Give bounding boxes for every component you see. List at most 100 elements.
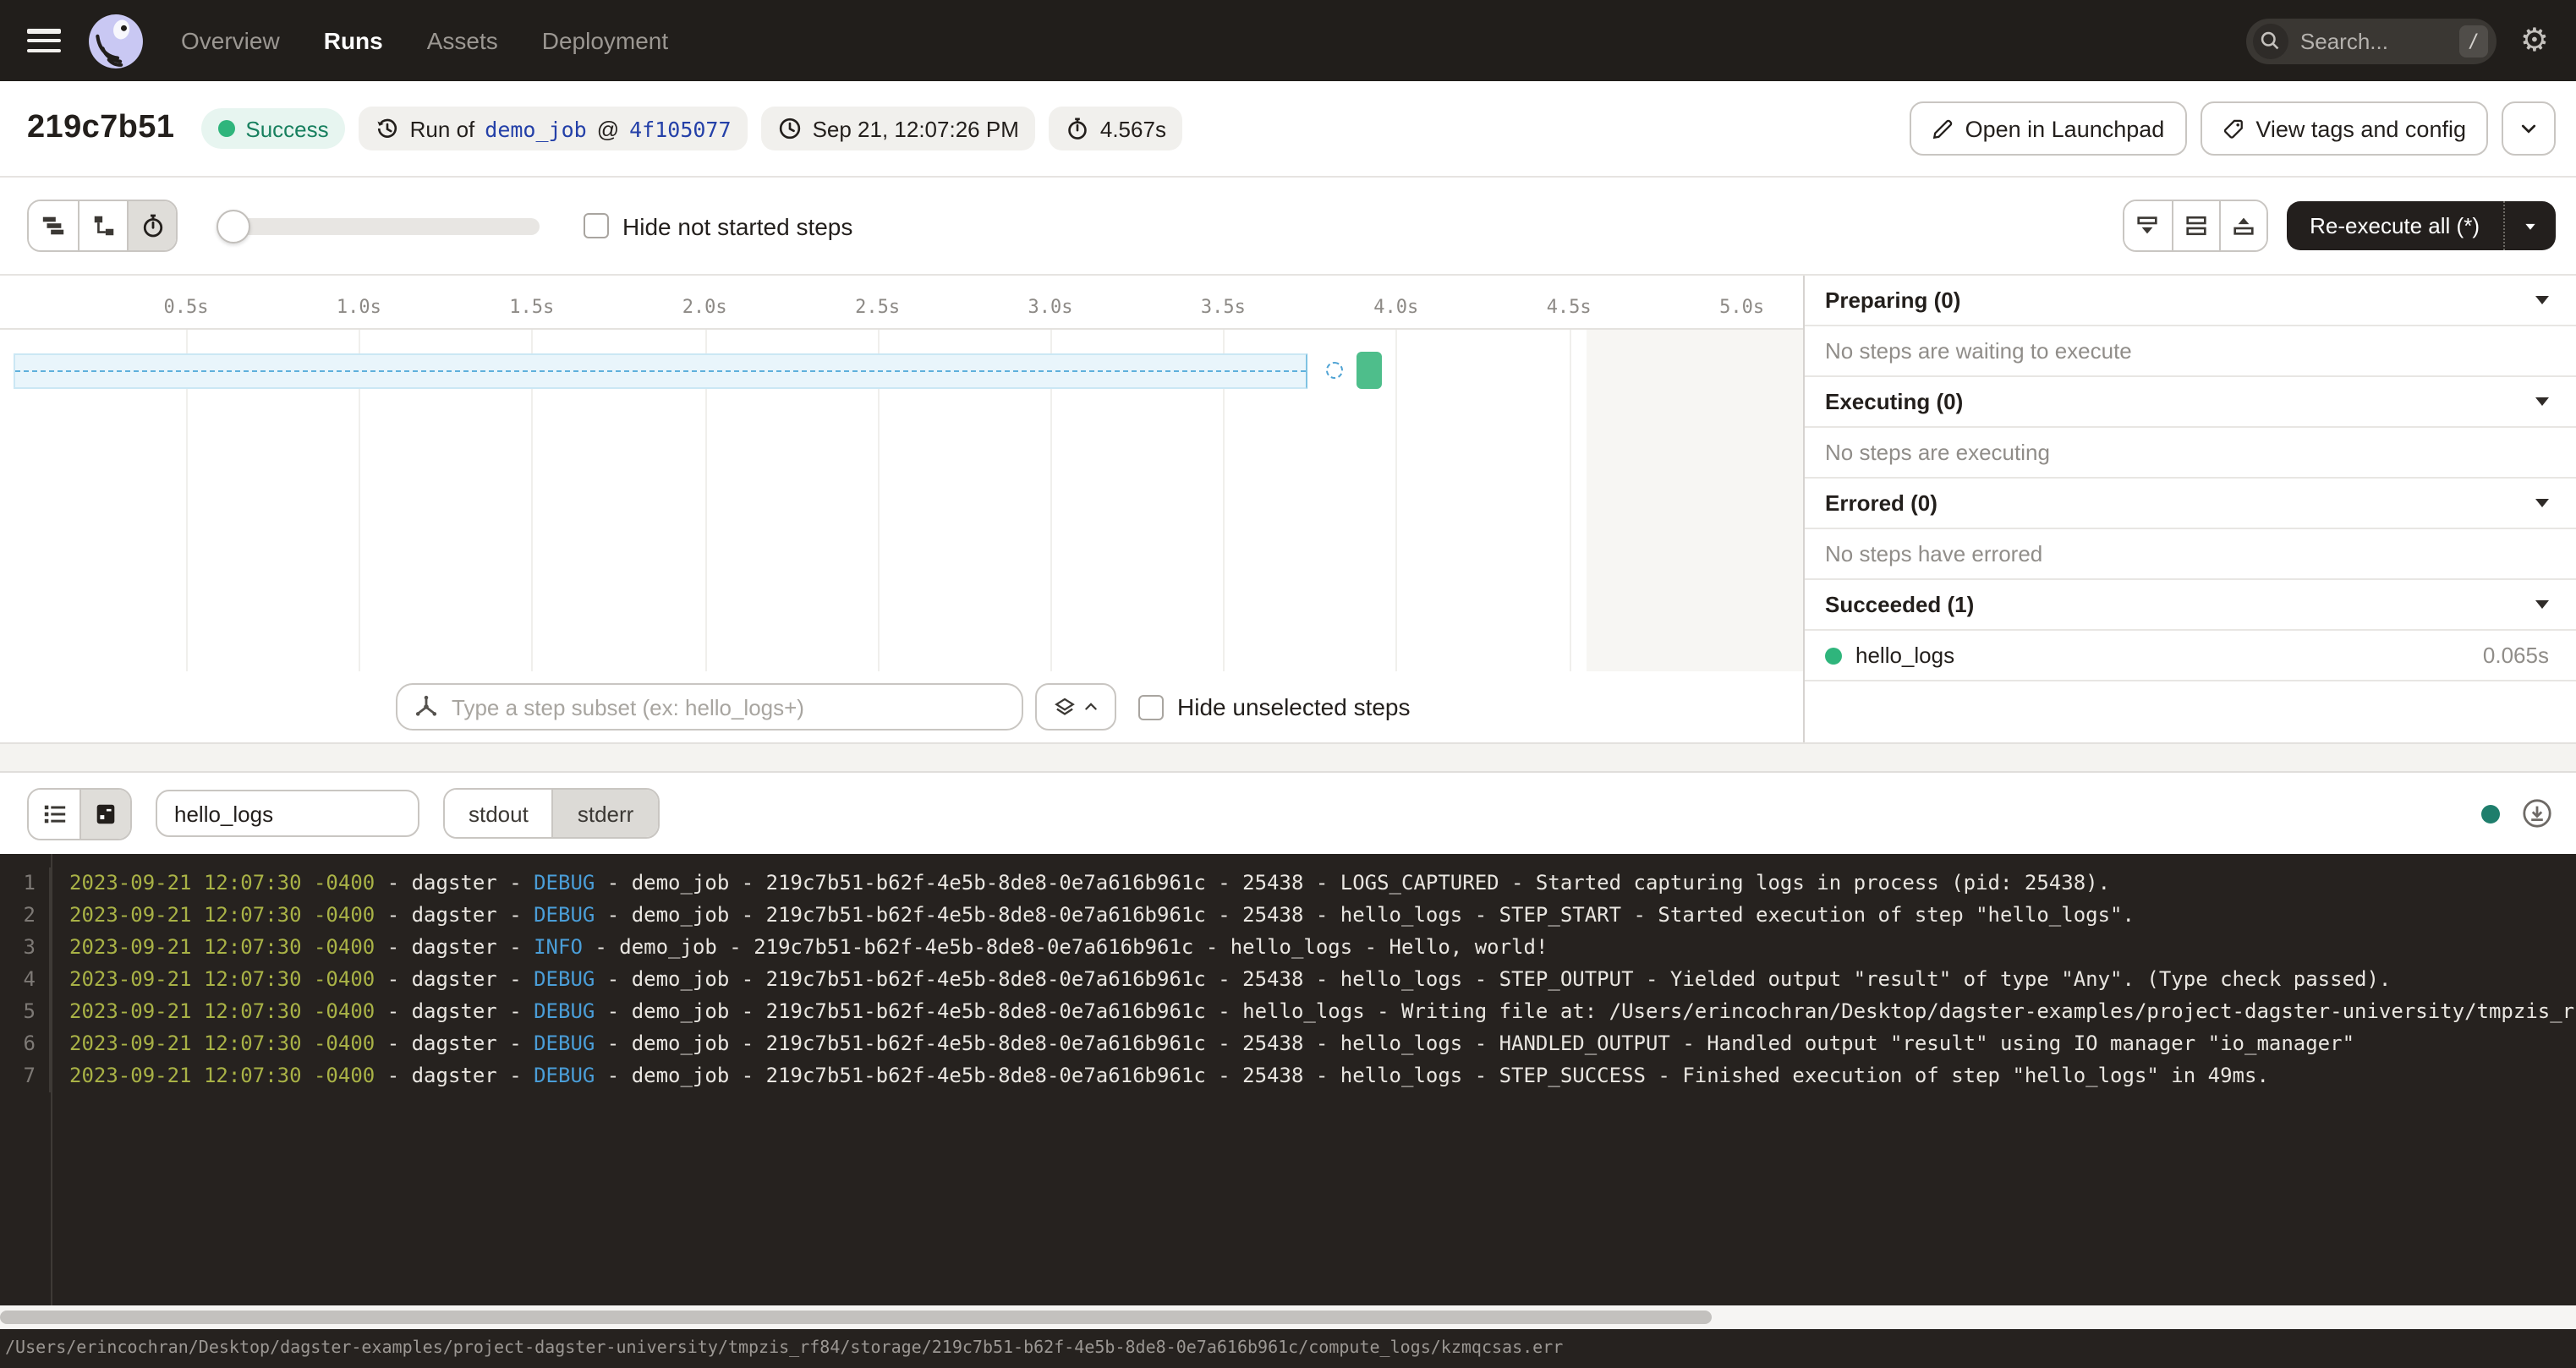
run-of-chip: Run of demo_job @ 4f105077 <box>359 107 748 150</box>
start-time: Sep 21, 12:07:26 PM <box>813 116 1019 141</box>
log-line-text: 2023-09-21 12:07:30 -0400 - dagster - DE… <box>51 996 2576 1028</box>
gantt-waiting-bar[interactable] <box>14 353 1308 389</box>
log-line: 52023-09-21 12:07:30 -0400 - dagster - D… <box>0 996 2576 1028</box>
step-section-header[interactable]: Succeeded (1) <box>1805 580 2576 631</box>
nav-item-overview[interactable]: Overview <box>181 27 280 54</box>
run-of-prefix: Run of <box>410 116 475 141</box>
section-collapse-chevron-icon[interactable] <box>2535 600 2549 609</box>
panel-splitter-handle[interactable] <box>0 744 2576 773</box>
section-collapse-chevron-icon[interactable] <box>2535 296 2549 304</box>
nav-item-deployment[interactable]: Deployment <box>542 27 668 54</box>
hide-unselected-checkbox-row[interactable]: Hide unselected steps <box>1138 693 1411 720</box>
log-line-number: 6 <box>0 1028 51 1060</box>
step-section-header[interactable]: Preparing (0) <box>1805 276 2576 326</box>
start-time-chip: Sep 21, 12:07:26 PM <box>762 107 1036 150</box>
gantt-flat-view-button[interactable] <box>29 201 78 250</box>
log-toolbar: stdout stderr <box>0 773 2576 854</box>
axis-tick-label: 4.0s <box>1373 296 1418 318</box>
hide-not-started-checkbox-row[interactable]: Hide not started steps <box>584 212 852 239</box>
log-line-text: 2023-09-21 12:07:30 -0400 - dagster - DE… <box>51 964 2391 996</box>
settings-gear-icon[interactable]: ⚙︎ <box>2520 25 2549 57</box>
axis-tick-label: 1.0s <box>337 296 381 318</box>
stdout-tab[interactable]: stdout <box>445 790 552 837</box>
nav-item-runs[interactable]: Runs <box>324 27 383 54</box>
step-subset-input-wrap <box>396 683 1023 731</box>
open-in-launchpad-button[interactable]: Open in Launchpad <box>1910 101 2187 156</box>
chevron-up-icon <box>1082 698 1099 715</box>
axis-tick-label: 3.0s <box>1028 296 1073 318</box>
section-collapse-chevron-icon[interactable] <box>2535 397 2549 406</box>
job-link[interactable]: demo_job <box>485 116 586 141</box>
gantt-step-bar-hello-logs[interactable] <box>1357 352 1382 389</box>
log-view-mode-group <box>27 787 132 840</box>
status-badge: Success <box>201 108 345 149</box>
view-tags-config-button[interactable]: View tags and config <box>2200 101 2488 156</box>
log-file-status-bar: /Users/erincochran/Desktop/dagster-examp… <box>0 1329 2576 1368</box>
run-of-separator: @ <box>597 116 619 141</box>
gantt-step-marker-icon <box>1325 362 1342 379</box>
gantt-view-mode-group <box>27 200 178 252</box>
console-icon <box>93 801 118 826</box>
reexecute-options-button[interactable] <box>2503 201 2556 250</box>
structured-log-view-button[interactable] <box>29 789 79 838</box>
log-step-filter-input[interactable] <box>156 790 419 837</box>
log-line-number: 7 <box>0 1060 51 1092</box>
stopwatch-view-icon <box>140 213 165 238</box>
duration: 4.567s <box>1100 116 1166 141</box>
log-line: 42023-09-21 12:07:30 -0400 - dagster - D… <box>0 964 2576 996</box>
panel-expand-up-icon <box>2230 213 2255 238</box>
log-line-text: 2023-09-21 12:07:30 -0400 - dagster - DE… <box>51 900 2135 932</box>
gantt-zoom-slider[interactable] <box>218 217 540 234</box>
gantt-timing-view-button[interactable] <box>127 201 176 250</box>
stdout-stderr-toggle: stdout stderr <box>443 788 659 839</box>
stopwatch-icon <box>1066 117 1090 140</box>
tag-icon <box>2222 118 2244 140</box>
search-shortcut-key: / <box>2459 25 2488 57</box>
run-actions-menu-button[interactable] <box>2502 101 2556 156</box>
step-section-header[interactable]: Executing (0) <box>1805 377 2576 428</box>
status-label: Success <box>245 116 328 141</box>
graph-query-options-button[interactable] <box>1035 683 1116 731</box>
log-line-number: 4 <box>0 964 51 996</box>
step-section-empty-message: No steps have errored <box>1805 529 2576 580</box>
section-collapse-chevron-icon[interactable] <box>2535 499 2549 507</box>
gantt-zoom-slider-knob[interactable] <box>216 209 250 243</box>
step-row[interactable]: hello_logs0.065s <box>1805 631 2576 681</box>
log-line: 32023-09-21 12:07:30 -0400 - dagster - I… <box>0 932 2576 964</box>
horizontal-scrollbar-thumb[interactable] <box>0 1311 1712 1324</box>
step-section-empty-message: No steps are executing <box>1805 428 2576 479</box>
raw-log-view-button[interactable] <box>79 789 130 838</box>
primary-nav: Overview Runs Assets Deployment <box>181 27 668 54</box>
gridline <box>1396 330 1398 671</box>
step-section-header[interactable]: Errored (0) <box>1805 479 2576 529</box>
history-icon <box>376 117 400 140</box>
step-section-title: Succeeded (1) <box>1825 592 1974 617</box>
collapse-bottom-panel-button[interactable] <box>2124 201 2171 250</box>
log-line: 72023-09-21 12:07:30 -0400 - dagster - D… <box>0 1060 2576 1092</box>
gantt-waterfall-view-button[interactable] <box>78 201 127 250</box>
caret-down-icon <box>2522 217 2539 234</box>
step-name: hello_logs <box>1855 643 1954 668</box>
snapshot-link[interactable]: 4f105077 <box>629 116 731 141</box>
hide-not-started-checkbox[interactable] <box>584 213 609 238</box>
hamburger-menu-icon[interactable] <box>27 29 61 52</box>
log-file-path: /Users/erincochran/Desktop/dagster-examp… <box>5 1339 1563 1358</box>
download-log-button[interactable] <box>2522 798 2552 829</box>
log-scroll-region[interactable]: 12023-09-21 12:07:30 -0400 - dagster - D… <box>0 854 2576 1305</box>
hide-unselected-checkbox[interactable] <box>1138 694 1164 720</box>
step-subset-row: Hide unselected steps <box>0 671 1803 742</box>
expand-bottom-panel-button[interactable] <box>2218 201 2266 250</box>
stderr-tab[interactable]: stderr <box>552 790 657 837</box>
split-panels-button[interactable] <box>2171 201 2218 250</box>
log-line-text: 2023-09-21 12:07:30 -0400 - dagster - IN… <box>51 932 1548 964</box>
nav-item-assets[interactable]: Assets <box>427 27 498 54</box>
axis-tick-label: 3.5s <box>1201 296 1246 318</box>
axis-tick-label: 1.5s <box>509 296 554 318</box>
top-nav: Overview Runs Assets Deployment Search..… <box>0 0 2576 81</box>
search-input[interactable]: Search... / <box>2246 18 2497 63</box>
step-subset-input[interactable] <box>452 694 1005 720</box>
step-status-dot-icon <box>1825 647 1842 664</box>
dagster-logo-icon[interactable] <box>88 13 144 68</box>
reexecute-all-label[interactable]: Re-execute all (*) <box>2286 201 2503 250</box>
status-dot-icon <box>218 120 235 137</box>
